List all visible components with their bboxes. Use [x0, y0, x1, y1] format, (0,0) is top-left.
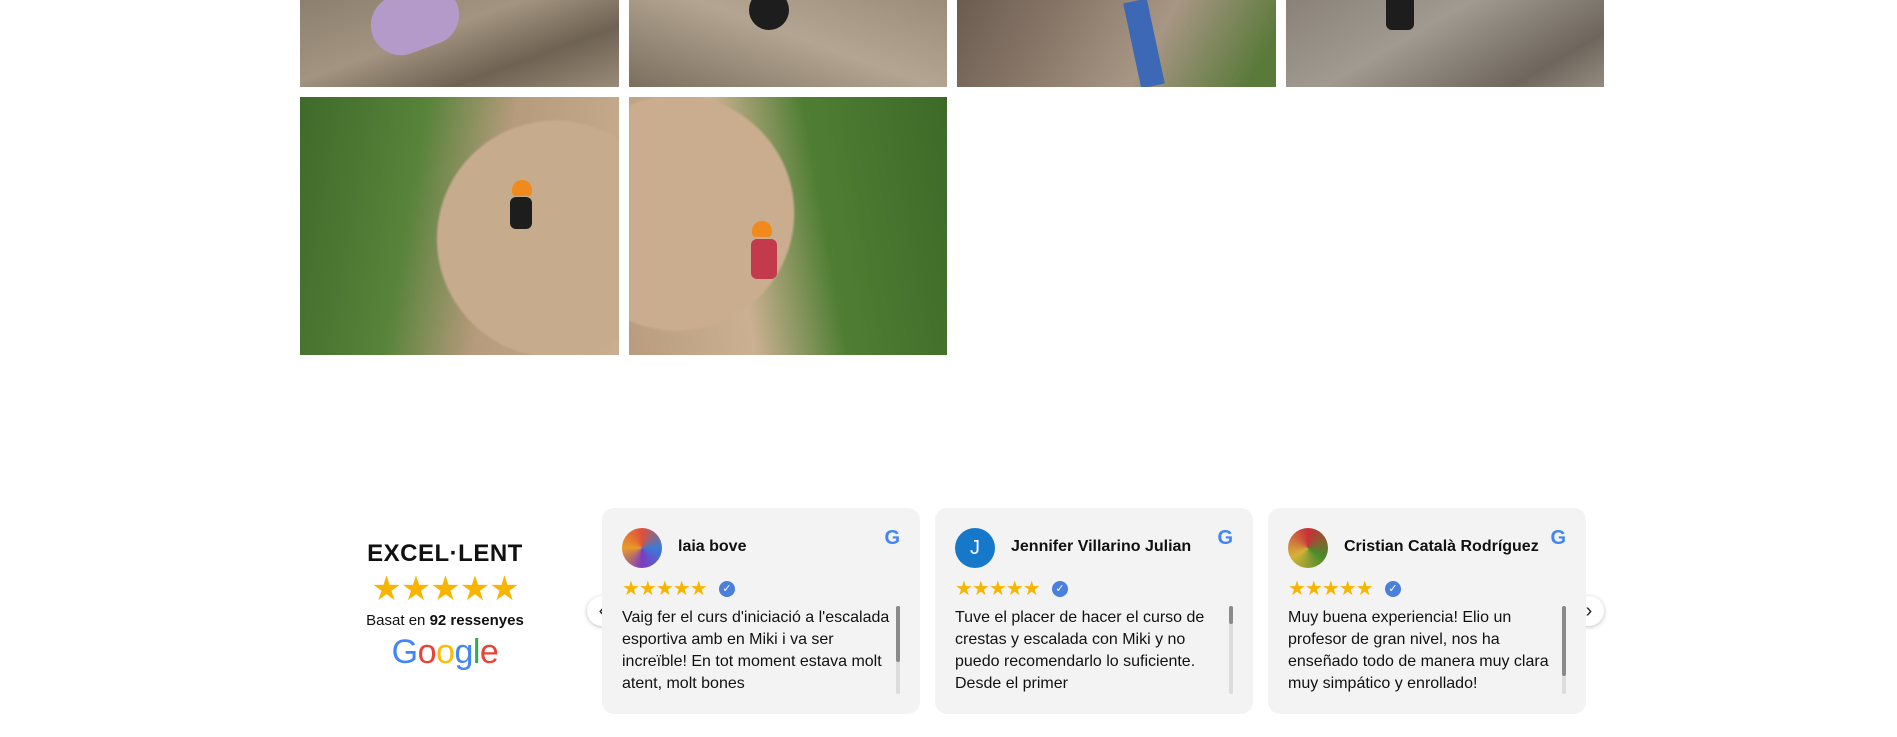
review-scrollbar[interactable] [1229, 606, 1233, 694]
review-scrollbar[interactable] [896, 606, 900, 694]
review-stars: ★★★★★ [1288, 578, 1374, 600]
climber-body [510, 197, 532, 229]
reviewer-name[interactable]: Cristian Català Rodríguez [1344, 538, 1539, 556]
gallery-photo-4[interactable] [1286, 0, 1604, 87]
chevron-right-icon: › [1585, 600, 1593, 622]
review-text: Vaig fer el curs d'iniciació a l'escalad… [622, 609, 890, 692]
rating-label: EXCEL·LENT [367, 540, 523, 567]
review-card[interactable]: J Jennifer Villarino Julian G ★★★★★ ✓ Tu… [935, 508, 1253, 714]
avatar: J [955, 528, 995, 568]
based-on-prefix: Basat en [366, 612, 426, 629]
review-card[interactable]: laia bove G ★★★★★ ✓ Vaig fer el curs d'i… [602, 508, 920, 714]
google-icon: G [884, 527, 900, 549]
climber-helmet [752, 221, 772, 237]
google-logo[interactable]: Google [340, 633, 550, 672]
google-icon: G [1550, 527, 1566, 549]
climber-leg [1386, 0, 1414, 30]
reviews-summary: EXCEL·LENT ★★★★★ Basat en 92 ressenyes G… [340, 540, 550, 672]
verified-icon: ✓ [719, 581, 735, 597]
gallery-photo-1[interactable] [300, 0, 619, 87]
review-text: Tuve el placer de hacer el curso de cres… [955, 609, 1205, 692]
gallery-photo-3[interactable] [957, 0, 1276, 87]
reviews-count: Basat en 92 ressenyes [340, 612, 550, 629]
avatar [1288, 528, 1328, 568]
climber-body [751, 239, 777, 279]
review-scrollbar[interactable] [1562, 606, 1566, 694]
google-icon: G [1217, 527, 1233, 549]
climber-helmet [512, 180, 532, 196]
reviewer-name[interactable]: Jennifer Villarino Julian [1011, 538, 1191, 556]
reviewer-name[interactable]: laia bove [678, 538, 746, 556]
review-card[interactable]: Cristian Català Rodríguez G ★★★★★ ✓ Muy … [1268, 508, 1586, 714]
gallery-photo-5[interactable] [300, 97, 619, 355]
verified-icon: ✓ [1385, 581, 1401, 597]
gallery-photo-6[interactable] [629, 97, 947, 355]
summary-stars: ★★★★★ [371, 570, 519, 608]
review-text: Muy buena experiencia! Elio un profesor … [1288, 609, 1549, 692]
review-stars: ★★★★★ [955, 578, 1041, 600]
gallery-photo-2[interactable] [629, 0, 947, 87]
reviews-count-value: 92 ressenyes [429, 612, 524, 629]
verified-icon: ✓ [1052, 581, 1068, 597]
avatar [622, 528, 662, 568]
review-stars: ★★★★★ [622, 578, 708, 600]
